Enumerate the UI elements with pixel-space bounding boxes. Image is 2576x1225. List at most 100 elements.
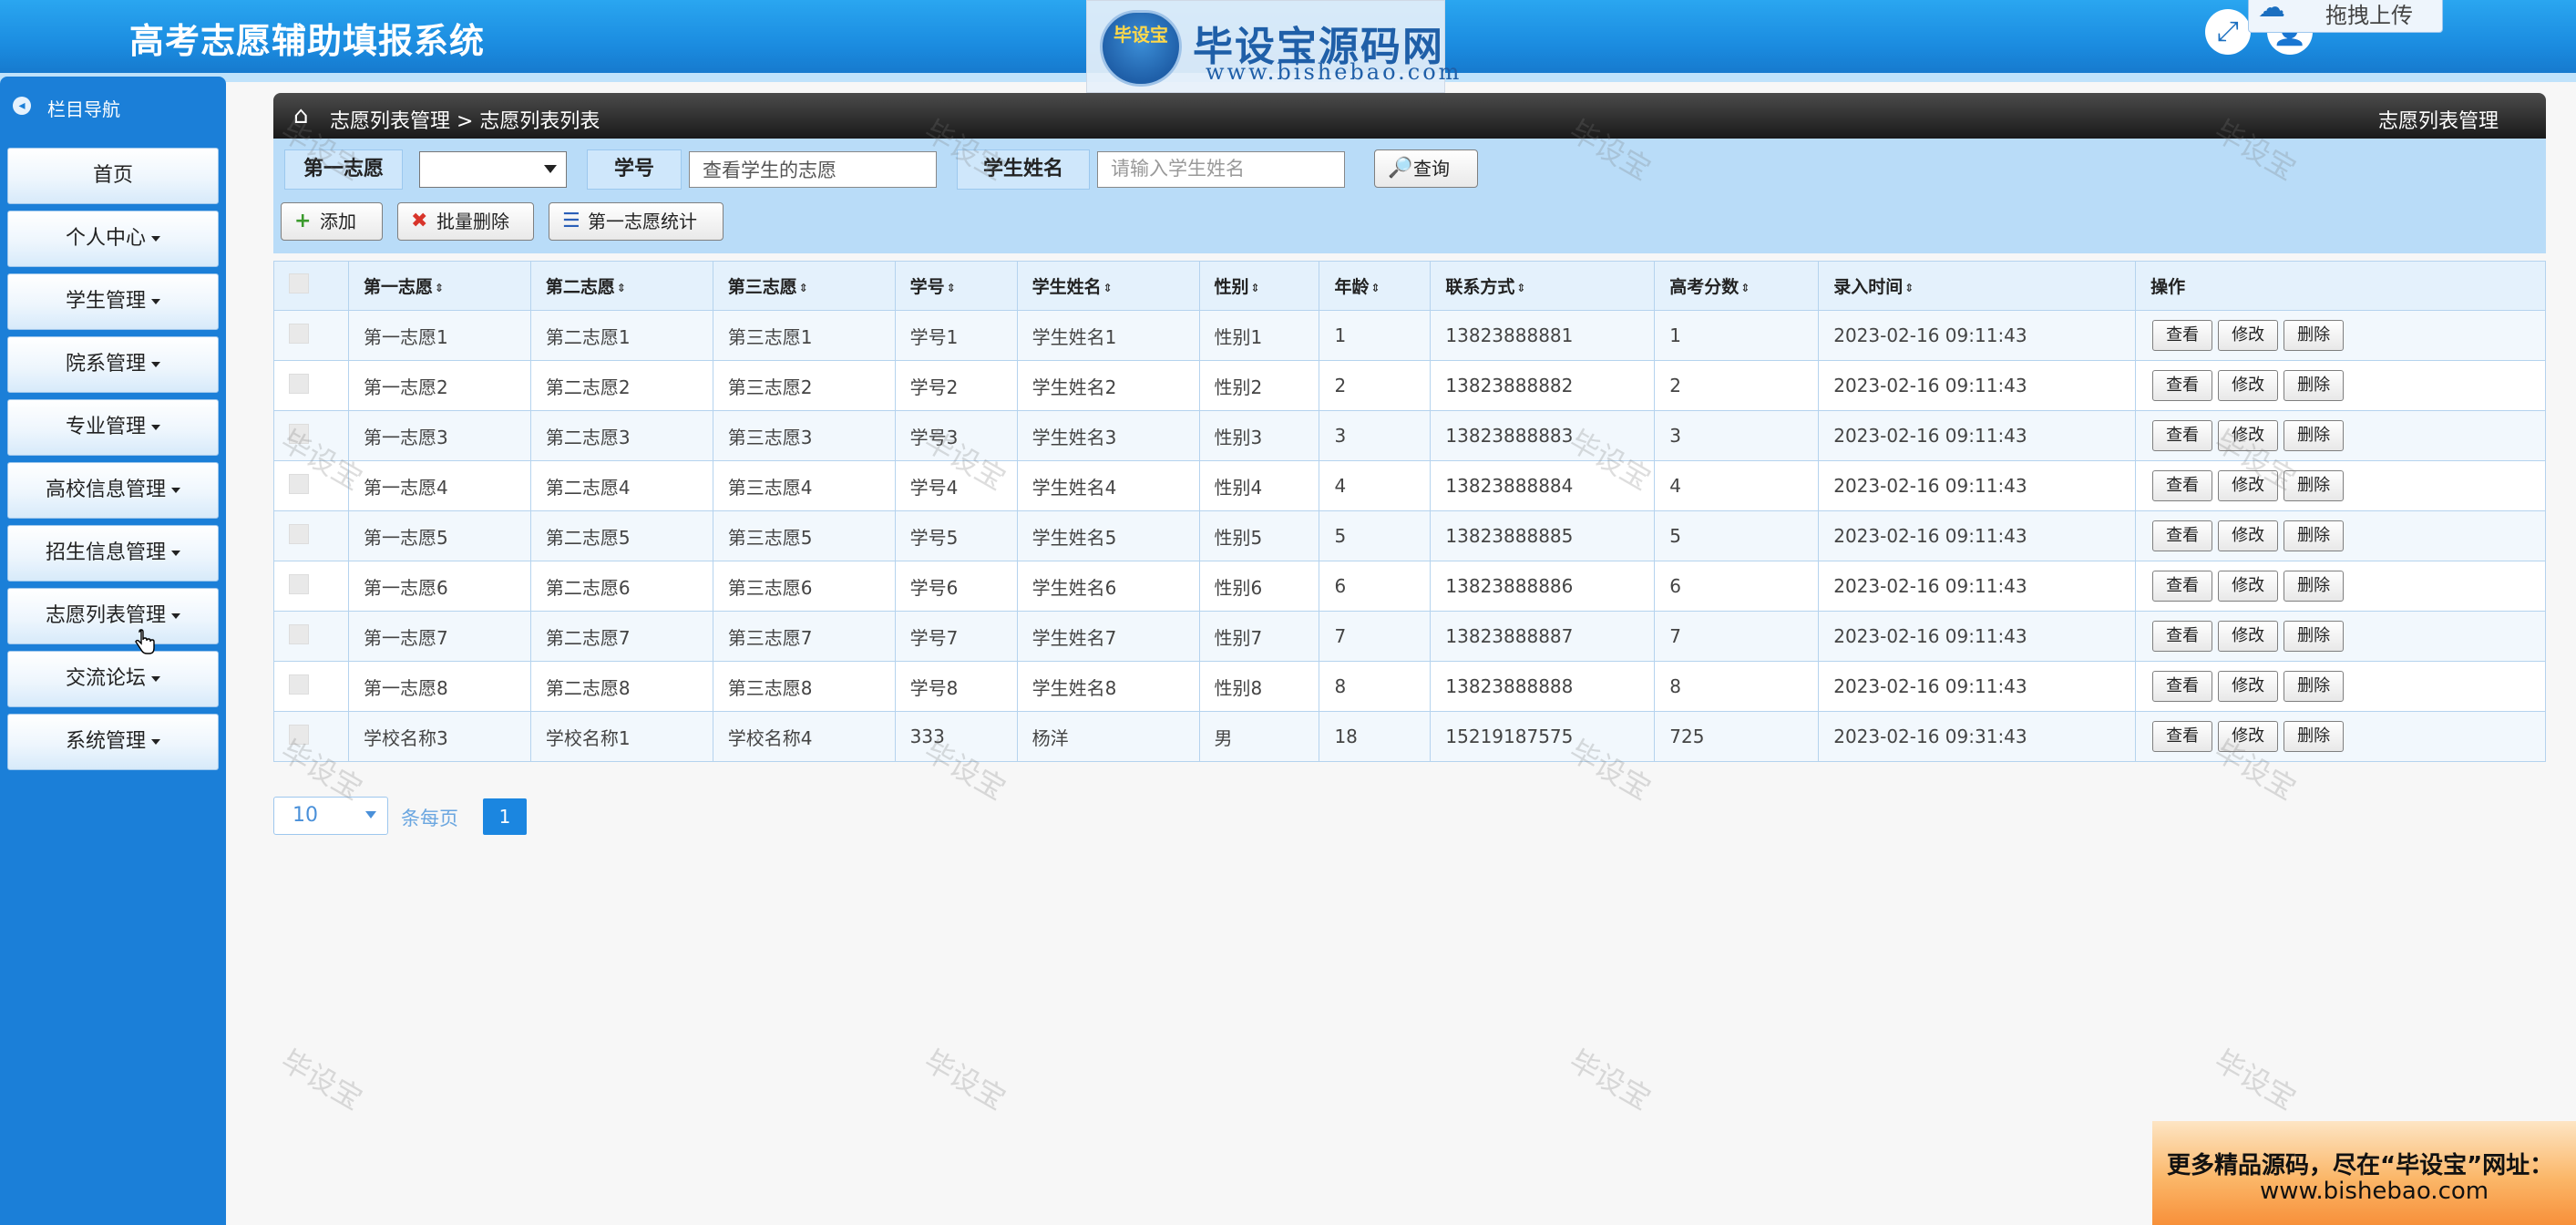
edit-button[interactable]: 修改 xyxy=(2218,721,2279,752)
table-cell: 学校名称4 xyxy=(712,711,896,762)
edit-button[interactable]: 修改 xyxy=(2218,520,2279,551)
column-header[interactable]: 高考分数 ⇕ xyxy=(1654,261,1820,311)
view-button[interactable]: 查看 xyxy=(2152,420,2213,451)
edit-button[interactable]: 修改 xyxy=(2218,621,2279,652)
edit-button[interactable]: 修改 xyxy=(2218,671,2279,702)
delete-button[interactable]: 删除 xyxy=(2284,420,2345,451)
table-cell: 3 xyxy=(1319,410,1432,461)
view-button[interactable]: 查看 xyxy=(2152,571,2213,602)
edit-button[interactable]: 修改 xyxy=(2218,571,2279,602)
page-size-select[interactable]: 10 xyxy=(273,797,388,835)
column-header[interactable]: 第二志愿 ⇕ xyxy=(529,261,713,311)
column-header[interactable]: 性别 ⇕ xyxy=(1198,261,1320,311)
first-choice-stats-button[interactable]: ☰ 第一志愿统计 xyxy=(549,202,724,241)
column-header[interactable]: 联系方式 ⇕ xyxy=(1430,261,1656,311)
table-cell: 13823888887 xyxy=(1430,611,1656,662)
table-cell: 学号2 xyxy=(894,360,1018,411)
row-checkbox[interactable] xyxy=(289,573,309,594)
sidebar-item-personal-center[interactable]: 个人中心 xyxy=(7,211,219,267)
sidebar-item-system-management[interactable]: 系统管理 xyxy=(7,714,219,770)
search-button[interactable]: 🔎 查询 xyxy=(1374,149,1478,188)
page-button-current[interactable]: 1 xyxy=(483,798,527,835)
first-choice-select[interactable] xyxy=(419,151,567,188)
sidebar-item-label: 专业管理 xyxy=(65,416,146,438)
table-cell: 男 xyxy=(1198,711,1320,762)
chevron-down-icon xyxy=(544,165,557,173)
view-button[interactable]: 查看 xyxy=(2152,671,2213,702)
sidebar-item-home[interactable]: 首页 xyxy=(7,148,219,204)
delete-button[interactable]: 删除 xyxy=(2284,621,2345,652)
delete-button[interactable]: 删除 xyxy=(2284,721,2345,752)
delete-button[interactable]: 删除 xyxy=(2284,320,2345,351)
nav-collapse-icon[interactable]: ◂ xyxy=(13,97,31,115)
batch-delete-button[interactable]: ✖ 批量删除 xyxy=(397,202,534,241)
home-icon[interactable]: ⌂ xyxy=(293,102,309,129)
view-button[interactable]: 查看 xyxy=(2152,520,2213,551)
watermark-text: 毕设宝 xyxy=(1563,1043,1657,1117)
delete-button[interactable]: 删除 xyxy=(2284,520,2345,551)
row-checkbox[interactable] xyxy=(289,373,309,394)
view-button[interactable]: 查看 xyxy=(2152,320,2213,351)
column-header[interactable]: 录入时间 ⇕ xyxy=(1818,261,2137,311)
row-checkbox[interactable] xyxy=(289,423,309,444)
row-checkbox[interactable] xyxy=(289,323,309,344)
table-cell: 学生姓名3 xyxy=(1016,410,1200,461)
row-checkbox[interactable] xyxy=(289,623,309,644)
view-button[interactable]: 查看 xyxy=(2152,621,2213,652)
caret-down-icon xyxy=(151,676,160,682)
sidebar-item-forum[interactable]: 交流论坛 xyxy=(7,651,219,707)
add-button[interactable]: + 添加 xyxy=(281,202,383,241)
fullscreen-icon[interactable]: ⤢ xyxy=(2205,9,2251,55)
column-header[interactable]: 年龄 ⇕ xyxy=(1319,261,1432,311)
upload-tip-label: 拖拽上传 xyxy=(2325,3,2413,28)
student-name-input[interactable] xyxy=(1097,151,1345,188)
view-button[interactable]: 查看 xyxy=(2152,470,2213,501)
table-cell: 13823888883 xyxy=(1430,410,1656,461)
student-id-input[interactable] xyxy=(689,151,937,188)
row-select-cell xyxy=(273,561,349,612)
table-cell: 1 xyxy=(1319,310,1432,361)
column-header-label: 第二志愿 xyxy=(545,277,615,297)
sidebar-item-university-info[interactable]: 高校信息管理 xyxy=(7,462,219,519)
upload-tip[interactable]: ☁ 拖拽上传 xyxy=(2248,0,2443,33)
row-select-cell xyxy=(273,661,349,712)
view-button[interactable]: 查看 xyxy=(2152,370,2213,401)
column-header[interactable]: 学生姓名 ⇕ xyxy=(1016,261,1200,311)
column-header[interactable]: 第一志愿 ⇕ xyxy=(347,261,531,311)
row-checkbox[interactable] xyxy=(289,523,309,544)
delete-button[interactable]: 删除 xyxy=(2284,470,2345,501)
view-button[interactable]: 查看 xyxy=(2152,721,2213,752)
table-cell: 2023-02-16 09:11:43 xyxy=(1818,661,2137,712)
sidebar-item-department-management[interactable]: 院系管理 xyxy=(7,336,219,393)
table-cell: 性别4 xyxy=(1198,460,1320,511)
column-header[interactable]: 第三志愿 ⇕ xyxy=(712,261,896,311)
select-all-checkbox[interactable] xyxy=(289,273,309,293)
sort-icon: ⇕ xyxy=(1904,281,1914,294)
edit-button[interactable]: 修改 xyxy=(2218,420,2279,451)
table-cell: 性别8 xyxy=(1198,661,1320,712)
table-cell: 性别3 xyxy=(1198,410,1320,461)
sidebar-item-student-management[interactable]: 学生管理 xyxy=(7,273,219,330)
delete-button[interactable]: 删除 xyxy=(2284,671,2345,702)
caret-down-icon xyxy=(151,362,160,367)
sort-icon: ⇕ xyxy=(1740,281,1750,294)
table-cell: 第一志愿7 xyxy=(347,611,531,662)
edit-button[interactable]: 修改 xyxy=(2218,370,2279,401)
sidebar-item-enrollment-info[interactable]: 招生信息管理 xyxy=(7,525,219,582)
promo-banner[interactable]: 更多精品源码，尽在“毕设宝”网址： www.bishebao.com xyxy=(2152,1121,2576,1225)
row-checkbox[interactable] xyxy=(289,674,309,695)
delete-button[interactable]: 删除 xyxy=(2284,571,2345,602)
column-header[interactable]: 学号 ⇕ xyxy=(894,261,1018,311)
sidebar-item-choice-list[interactable]: 志愿列表管理 xyxy=(7,588,219,644)
sort-icon: ⇕ xyxy=(798,281,808,294)
edit-button[interactable]: 修改 xyxy=(2218,320,2279,351)
table-row: 第一志愿1 第二志愿1 第三志愿1 学号1 学生姓名1 性别1 1 13823888881 1 2… xyxy=(273,310,2546,361)
edit-button[interactable]: 修改 xyxy=(2218,470,2279,501)
table-cell: 第一志愿8 xyxy=(347,661,531,712)
row-checkbox[interactable] xyxy=(289,724,309,745)
row-checkbox[interactable] xyxy=(289,473,309,494)
sidebar-item-major-management[interactable]: 专业管理 xyxy=(7,399,219,456)
table-cell: 性别6 xyxy=(1198,561,1320,612)
delete-button[interactable]: 删除 xyxy=(2284,370,2345,401)
sort-icon: ⇕ xyxy=(616,281,626,294)
